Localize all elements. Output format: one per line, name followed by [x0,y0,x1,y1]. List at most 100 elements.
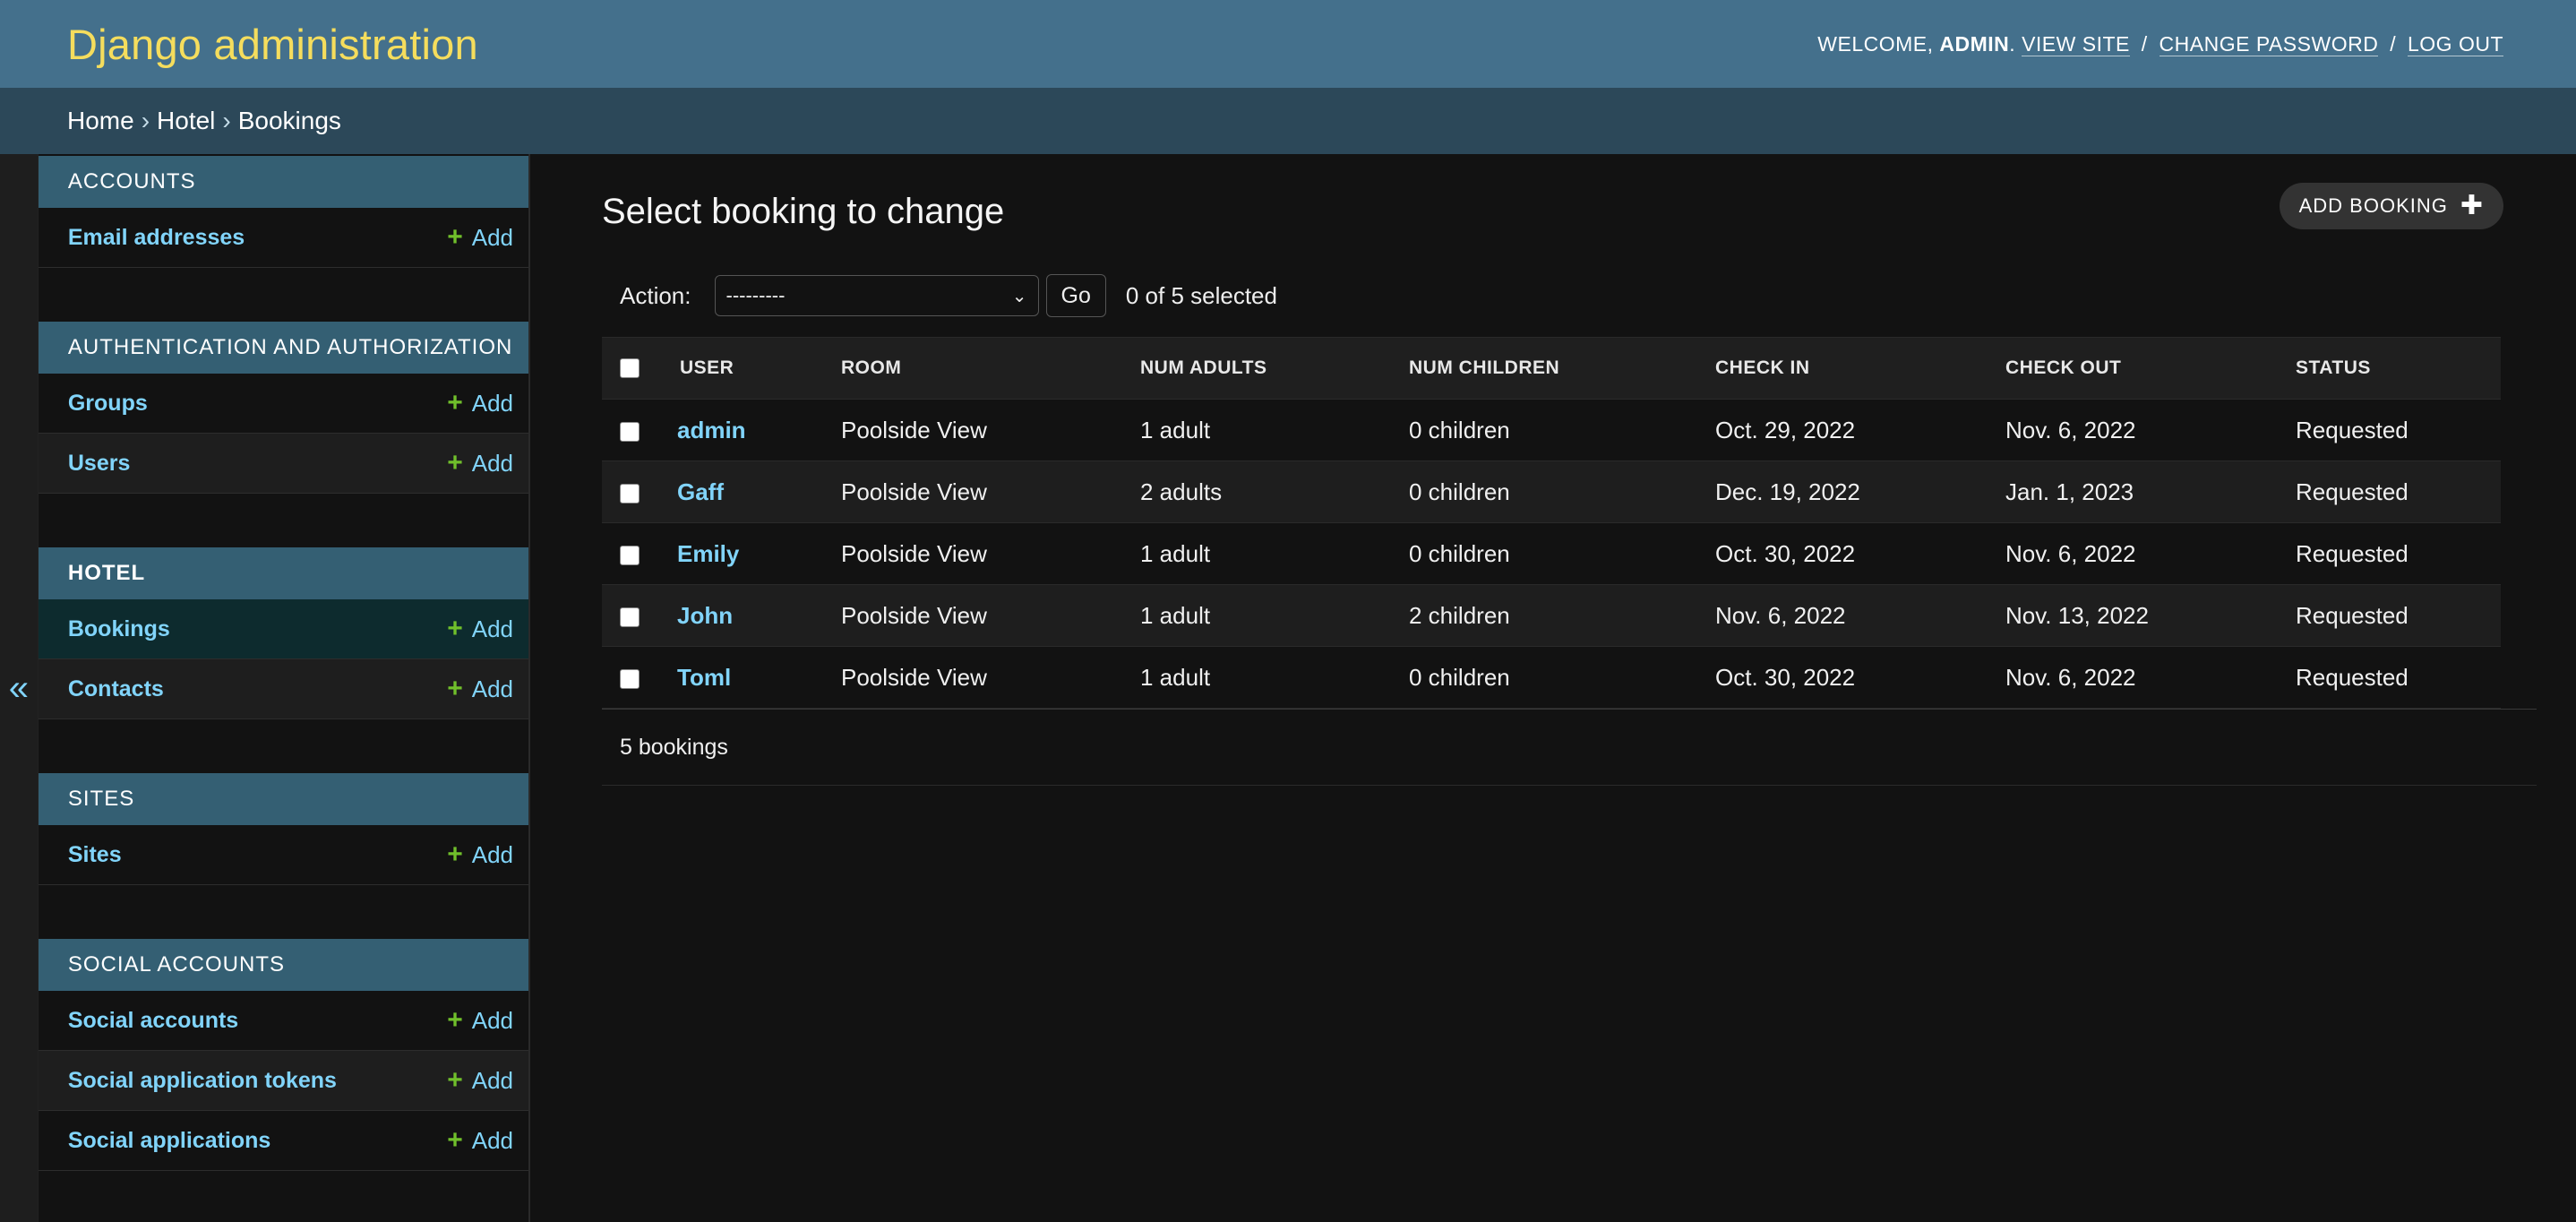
row-checkbox[interactable] [620,421,640,442]
column-header-check-out[interactable]: CHECK OUT [2005,337,2295,400]
row-user-link[interactable]: Toml [677,664,731,691]
column-header-user[interactable]: USER [676,337,840,400]
cell-num-children: 0 children [1408,399,1714,461]
column-header-num-adults[interactable]: NUM ADULTS [1139,337,1408,400]
plus-icon: + [447,839,463,869]
breadcrumb-home[interactable]: Home [67,107,134,135]
paginator: 5 bookings [602,709,2537,786]
plus-icon: + [447,222,463,252]
sidebar-item-label[interactable]: Sites [68,842,122,868]
sidebar-item-label[interactable]: Social application tokens [68,1068,337,1094]
sidebar-item-label[interactable]: Contacts [68,676,164,702]
cell-check-out: Nov. 13, 2022 [2005,584,2295,647]
column-header-status[interactable]: STATUS [2295,337,2501,400]
table-row: John Poolside View 1 adult 2 children No… [602,584,2501,647]
table-row: Gaff Poolside View 2 adults 0 children D… [602,460,2501,523]
module-authentication: AUTHENTICATION AND AUTHORIZATION Groups … [38,322,528,494]
cell-status: Requested [2295,522,2501,585]
cell-check-out: Nov. 6, 2022 [2005,399,2295,461]
cell-num-children: 0 children [1408,646,1714,709]
row-user-link[interactable]: John [677,602,733,629]
row-checkbox[interactable] [620,545,640,565]
select-all-checkbox[interactable] [620,358,640,379]
nav-sidebar: ACCOUNTS Email addresses + Add AUTHENTICA… [38,154,530,1222]
row-checkbox[interactable] [620,668,640,689]
cell-check-in: Oct. 29, 2022 [1714,399,2005,461]
column-header-room[interactable]: ROOM [840,337,1139,400]
cell-check-out: Nov. 6, 2022 [2005,646,2295,709]
sidebar-item-label[interactable]: Email addresses [68,225,245,251]
row-user-link[interactable]: admin [677,417,746,443]
add-link[interactable]: + Add [447,390,513,417]
add-link[interactable]: + Add [447,1007,513,1035]
site-branding[interactable]: Django administration [67,20,478,69]
separator: / [2390,31,2397,56]
sidebar-item-label[interactable]: Groups [68,391,148,417]
sidebar-item-label[interactable]: Bookings [68,616,170,642]
plus-icon: + [447,1125,463,1155]
action-label: Action: [620,281,691,309]
change-password-link[interactable]: CHANGE PASSWORD [2159,31,2379,56]
breadcrumb-current: Bookings [237,107,341,134]
log-out-link[interactable]: LOG OUT [2407,31,2503,56]
cell-num-adults: 2 adults [1139,460,1408,523]
add-link[interactable]: + Add [447,450,513,478]
module-social-accounts: SOCIAL ACCOUNTS Social accounts + Add Soc… [38,939,528,1171]
column-header-check-in[interactable]: CHECK IN [1714,337,2005,400]
sidebar-item-groups: Groups + Add [38,374,528,434]
module-accounts: ACCOUNTS Email addresses + Add [38,156,528,268]
plus-icon: ✚ [2460,191,2484,220]
username: ADMIN [1939,31,2010,56]
separator: / [2141,31,2148,56]
main-content: Select booking to change ADD BOOKING ✚ A… [530,154,2576,1222]
view-site-link[interactable]: VIEW SITE [2022,31,2130,56]
go-button[interactable]: Go [1045,274,1106,317]
add-link[interactable]: + Add [447,224,513,252]
plus-icon: + [447,388,463,417]
user-tools: WELCOME, ADMIN. VIEW SITE / CHANGE PASSW… [1817,31,2503,56]
cell-room: Poolside View [840,584,1139,647]
select-all-cell [602,337,676,400]
add-link[interactable]: + Add [447,841,513,869]
module-caption[interactable]: SITES [38,773,528,825]
sidebar-item-bookings: Bookings + Add [38,599,528,659]
sidebar-item-label[interactable]: Social applications [68,1128,270,1154]
module-hotel: HOTEL Bookings + Add Contacts + Add [38,547,528,719]
row-checkbox[interactable] [620,607,640,627]
cell-room: Poolside View [840,460,1139,523]
add-link[interactable]: + Add [447,1067,513,1095]
plus-icon: + [447,674,463,703]
action-select[interactable]: --------- ⌄ [714,275,1039,316]
table-row: Toml Poolside View 1 adult 0 children Oc… [602,646,2501,709]
row-user-link[interactable]: Gaff [677,478,724,505]
add-link[interactable]: + Add [447,676,513,703]
action-selected-value: --------- [726,284,786,306]
table-row: admin Poolside View 1 adult 0 children O… [602,399,2501,461]
sidebar-item-label[interactable]: Social accounts [68,1008,238,1034]
breadcrumb: Home › Hotel › Bookings [0,88,2576,154]
toggle-sidebar-button[interactable]: « [0,154,39,1222]
row-user-link[interactable]: Emily [677,540,739,567]
breadcrumb-hotel[interactable]: Hotel [157,107,215,135]
sidebar-item-label[interactable]: Users [68,451,131,477]
add-link[interactable]: + Add [447,1127,513,1155]
cell-check-in: Oct. 30, 2022 [1714,646,2005,709]
cell-num-adults: 1 adult [1139,584,1408,647]
column-header-num-children[interactable]: NUM CHILDREN [1408,337,1714,400]
sidebar-item-contacts: Contacts + Add [38,659,528,719]
cell-num-adults: 1 adult [1139,399,1408,461]
breadcrumb-separator: › [141,107,150,134]
module-caption[interactable]: HOTEL [38,547,528,599]
add-link[interactable]: + Add [447,615,513,643]
cell-room: Poolside View [840,399,1139,461]
cell-status: Requested [2295,646,2501,709]
results-table: USER ROOM NUM ADULTS NUM CHILDREN CHECK … [602,337,2501,709]
module-caption[interactable]: ACCOUNTS [38,156,528,208]
cell-num-adults: 1 adult [1139,646,1408,709]
module-caption[interactable]: SOCIAL ACCOUNTS [38,939,528,991]
welcome-text: WELCOME, [1817,31,1934,56]
add-booking-button[interactable]: ADD BOOKING ✚ [2279,183,2503,229]
plus-icon: + [447,1065,463,1095]
module-caption[interactable]: AUTHENTICATION AND AUTHORIZATION [38,322,528,374]
row-checkbox[interactable] [620,483,640,503]
